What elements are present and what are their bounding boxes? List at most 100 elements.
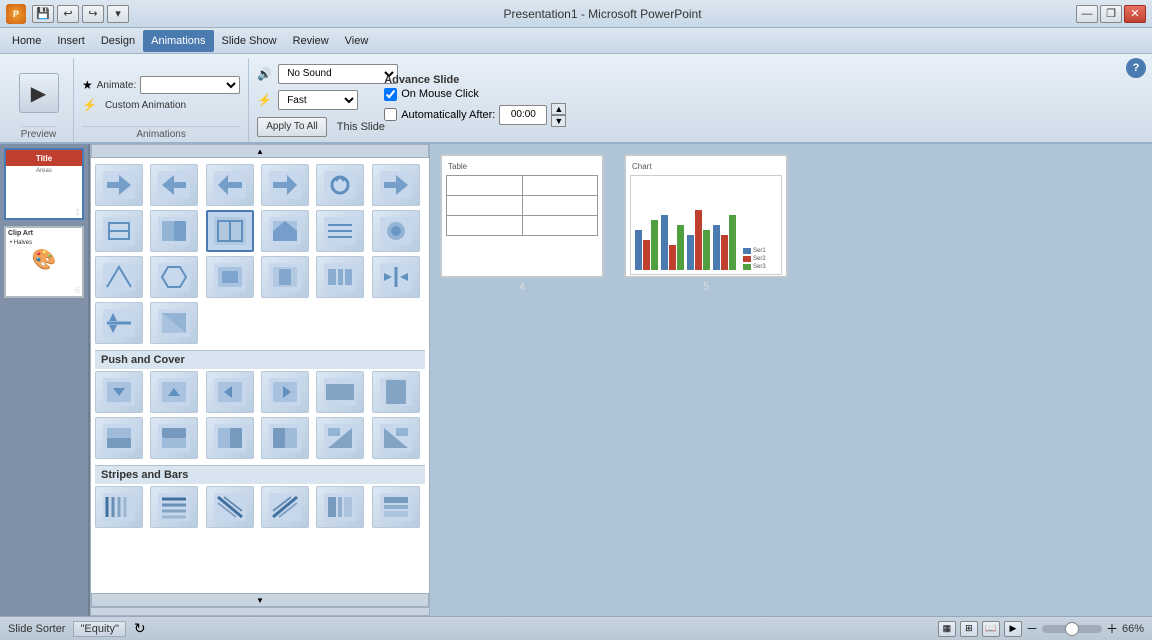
close-btn[interactable]: ✕ <box>1124 5 1146 23</box>
trans-item[interactable] <box>95 164 143 206</box>
minimize-btn[interactable]: — <box>1076 5 1098 23</box>
slideshow-view-btn[interactable]: ▶ <box>1004 621 1022 637</box>
custom-animation-button[interactable]: Custom Animation <box>101 99 190 112</box>
trans-item[interactable] <box>95 417 143 459</box>
bar-group-3 <box>687 210 710 270</box>
transition-grid-3 <box>95 254 425 300</box>
speed-icon: ⚡ <box>257 93 272 107</box>
trans-item[interactable] <box>316 164 364 206</box>
menu-review[interactable]: Review <box>285 30 337 52</box>
scroll-up-button[interactable]: ▲ <box>91 144 429 158</box>
menu-animations[interactable]: Animations <box>143 30 213 52</box>
menu-home[interactable]: Home <box>4 30 49 52</box>
trans-item[interactable] <box>150 417 198 459</box>
office-logo-icon[interactable]: P <box>6 4 26 24</box>
trans-item[interactable] <box>316 371 364 413</box>
trans-item[interactable] <box>150 371 198 413</box>
refresh-icon[interactable]: ↻ <box>134 620 146 637</box>
slide-thumb-6[interactable]: Clip Art • Halves 🎨 6 <box>4 226 84 298</box>
zoom-slider[interactable] <box>1042 625 1102 633</box>
trans-item[interactable] <box>261 371 309 413</box>
trans-item[interactable] <box>95 302 143 344</box>
redo-btn[interactable]: ↪ <box>82 5 104 23</box>
trans-item[interactable] <box>206 486 254 528</box>
trans-item[interactable] <box>150 164 198 206</box>
trans-item[interactable] <box>206 164 254 206</box>
speed-select[interactable]: Fast <box>278 90 358 110</box>
trans-item[interactable] <box>206 371 254 413</box>
trans-item[interactable] <box>316 256 364 298</box>
menu-slideshow[interactable]: Slide Show <box>214 30 285 52</box>
trans-item[interactable] <box>261 417 309 459</box>
slide-4[interactable]: Table <box>440 154 604 278</box>
menu-view[interactable]: View <box>337 30 377 52</box>
table-cell <box>522 176 598 196</box>
sound-select[interactable]: No Sound <box>278 64 398 84</box>
trans-item[interactable] <box>372 486 420 528</box>
trans-item[interactable] <box>150 486 198 528</box>
resize-handle[interactable] <box>91 607 429 615</box>
window-title: Presentation1 - Microsoft PowerPoint <box>503 7 701 21</box>
slide-sorter-view-btn[interactable]: ⊞ <box>960 621 978 637</box>
time-up-btn[interactable]: ▲ <box>551 103 566 115</box>
trans-item[interactable] <box>372 164 420 206</box>
table-row <box>447 176 598 196</box>
apply-row: Apply To All This Slide <box>257 115 1140 138</box>
slide-4-inner: Table <box>442 156 602 276</box>
slide-4-title: Table <box>446 160 598 173</box>
trans-item[interactable] <box>316 486 364 528</box>
animate-select[interactable] <box>140 76 240 94</box>
more-btn[interactable]: ▾ <box>107 5 129 23</box>
trans-item[interactable] <box>150 256 198 298</box>
trans-item[interactable] <box>372 371 420 413</box>
trans-item[interactable] <box>316 417 364 459</box>
trans-item[interactable] <box>95 486 143 528</box>
bar-group-4 <box>713 215 736 270</box>
normal-view-btn[interactable]: ▦ <box>938 621 956 637</box>
slide-5-title: Chart <box>630 160 782 173</box>
window-controls: — ❐ ✕ <box>1076 5 1146 23</box>
trans-item[interactable] <box>261 256 309 298</box>
slide1-subtitle: Areas <box>6 166 82 176</box>
menu-insert[interactable]: Insert <box>49 30 93 52</box>
trans-item[interactable] <box>261 210 309 252</box>
zoom-plus-btn[interactable]: ＋ <box>1106 620 1118 637</box>
trans-item[interactable] <box>372 256 420 298</box>
custom-anim-label: Custom Animation <box>105 100 186 111</box>
transition-scroll-area[interactable]: Push and Cover <box>91 158 429 593</box>
menu-design[interactable]: Design <box>93 30 143 52</box>
scroll-down-button[interactable]: ▼ <box>91 593 429 607</box>
theme-badge[interactable]: "Equity" <box>73 621 125 637</box>
preview-button[interactable]: ▶ <box>13 71 65 115</box>
trans-item[interactable] <box>372 210 420 252</box>
trans-item[interactable] <box>95 371 143 413</box>
slide-5-content: Chart <box>626 156 786 276</box>
trans-item-selected[interactable] <box>206 210 254 252</box>
trans-item[interactable] <box>95 210 143 252</box>
slide-thumb-1[interactable]: Title Areas 1 <box>4 148 84 220</box>
trans-item[interactable] <box>261 164 309 206</box>
undo-btn[interactable]: ↩ <box>57 5 79 23</box>
zoom-minus-btn[interactable]: － <box>1026 620 1038 637</box>
maximize-btn[interactable]: ❐ <box>1100 5 1122 23</box>
help-button[interactable]: ? <box>1126 58 1146 78</box>
trans-item[interactable] <box>150 210 198 252</box>
quick-save-btn[interactable]: 💾 <box>32 5 54 23</box>
trans-item[interactable] <box>95 256 143 298</box>
slide-sorter-label[interactable]: Slide Sorter <box>8 623 65 635</box>
status-left: Slide Sorter "Equity" ↻ <box>8 620 146 637</box>
trans-item[interactable] <box>206 417 254 459</box>
trans-item[interactable] <box>261 486 309 528</box>
reading-view-btn[interactable]: 📖 <box>982 621 1000 637</box>
trans-item[interactable] <box>150 302 198 344</box>
mouse-click-checkbox[interactable] <box>384 88 397 101</box>
trans-item[interactable] <box>206 256 254 298</box>
apply-to-all-button[interactable]: Apply To All <box>257 117 327 137</box>
transition-grid-stripes <box>95 484 425 530</box>
slide-5[interactable]: Chart <box>624 154 788 278</box>
animate-row: ★ Animate: <box>82 76 240 94</box>
this-slide-label: This Slide <box>337 121 385 133</box>
slide-num-6: 6 <box>6 284 82 296</box>
trans-item[interactable] <box>316 210 364 252</box>
trans-item[interactable] <box>372 417 420 459</box>
